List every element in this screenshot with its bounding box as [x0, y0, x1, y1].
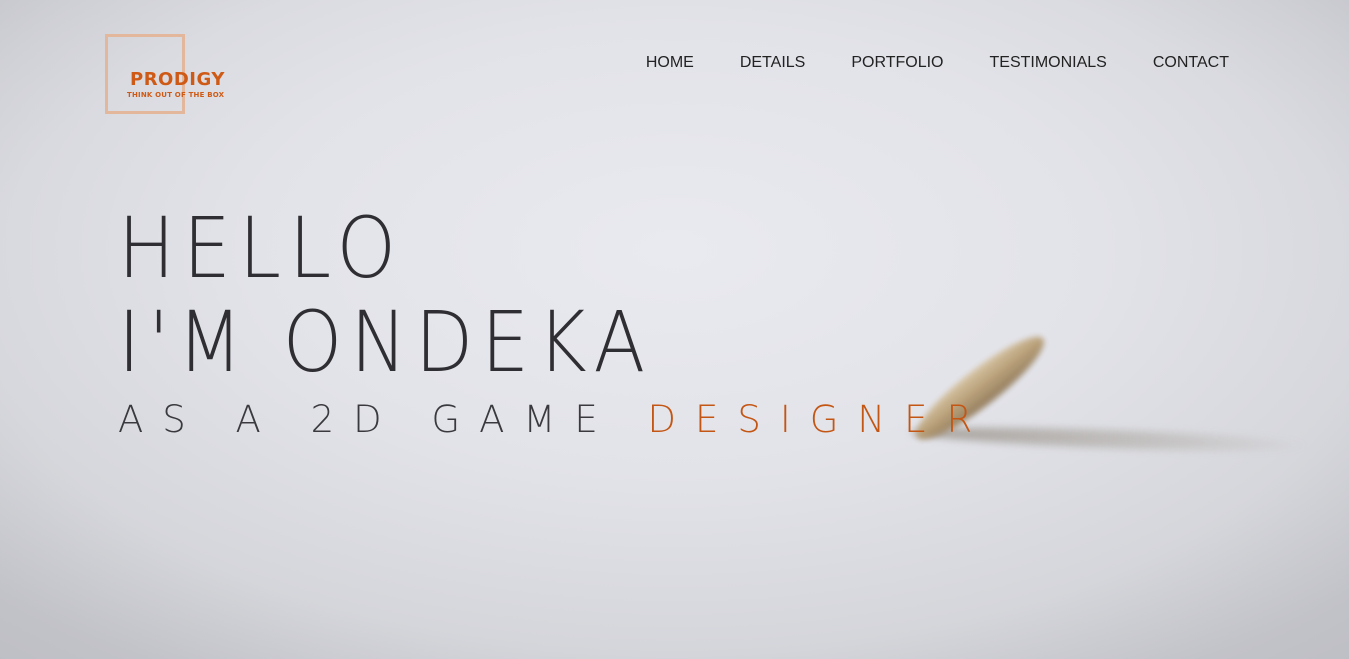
hero-subtitle-prefix: AS A 2D GAME — [118, 398, 617, 441]
logo-name: PRODIGY — [130, 69, 225, 90]
main-navigation: HOME DETAILS PORTFOLIO TESTIMONIALS CONT… — [646, 52, 1229, 74]
nav-item-testimonials[interactable]: TESTIMONIALS — [990, 52, 1107, 74]
hero-greeting: HELLO — [118, 199, 405, 297]
site-logo[interactable]: PRODIGY THINK OUT OF THE BOX — [105, 34, 235, 114]
nav-item-details[interactable]: DETAILS — [740, 52, 806, 74]
hero-section: HELLO I'M ONDEKA AS A 2D GAME DESIGNER — [118, 200, 991, 442]
nav-item-portfolio[interactable]: PORTFOLIO — [851, 52, 943, 74]
hero-name: I'M ONDEKA — [118, 293, 654, 391]
logo-tagline: THINK OUT OF THE BOX — [127, 91, 225, 99]
nav-item-home[interactable]: HOME — [646, 52, 694, 74]
nav-item-contact[interactable]: CONTACT — [1153, 52, 1229, 74]
hero-subtitle-accent: DESIGNER — [647, 398, 992, 441]
hero-subtitle: AS A 2D GAME DESIGNER — [118, 398, 991, 442]
